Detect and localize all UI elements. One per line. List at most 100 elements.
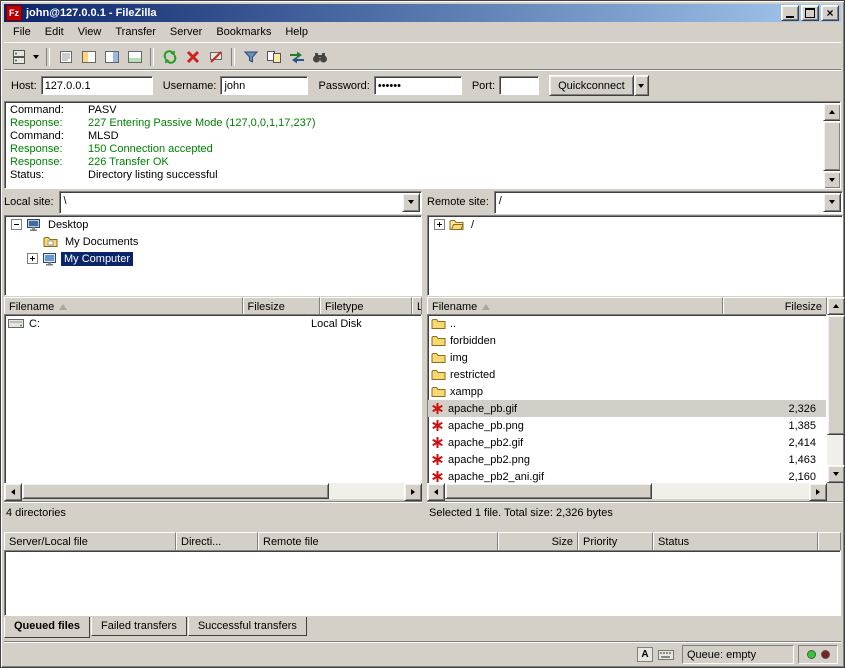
combo-dropdown-button[interactable] (823, 193, 841, 212)
cancel-button[interactable] (181, 46, 204, 68)
maximize-button[interactable] (801, 5, 819, 21)
toggle-transfer-queue-button[interactable] (123, 46, 146, 68)
scrollbar-track[interactable] (827, 435, 843, 465)
tab-successful-transfers[interactable]: Successful transfers (188, 617, 307, 636)
synchronized-browsing-button[interactable] (285, 46, 308, 68)
column-label: Filesize (248, 301, 285, 313)
close-button[interactable]: × (821, 5, 839, 21)
menu-server[interactable]: Server (163, 23, 209, 41)
minimize-button[interactable] (781, 5, 799, 21)
scrollbar-thumb[interactable] (22, 483, 329, 499)
toggle-local-tree-button[interactable] (77, 46, 100, 68)
find-files-button[interactable] (308, 46, 331, 68)
refresh-button[interactable] (158, 46, 181, 68)
chevron-down-icon (408, 200, 414, 204)
scroll-up-button[interactable] (823, 103, 841, 121)
menu-help[interactable]: Help (278, 23, 315, 41)
local-horizontal-scrollbar[interactable] (4, 483, 422, 499)
remote-site-combo[interactable]: / (494, 191, 843, 214)
remote-tree: / (427, 215, 843, 296)
remote-status-text: Selected 1 file. Total size: 2,326 bytes (427, 501, 843, 524)
activity-led-send-icon (821, 650, 830, 659)
scrollbar-thumb[interactable] (823, 121, 841, 171)
column-label: Priority (583, 536, 617, 548)
tree-item-my-documents[interactable]: My Documents (5, 233, 421, 250)
file-row[interactable]: img (428, 349, 826, 366)
file-row[interactable]: C: Local Disk (5, 315, 421, 332)
host-input[interactable] (41, 76, 153, 95)
log-line: Response:226 Transfer OK (7, 156, 820, 169)
file-row[interactable]: forbidden (428, 332, 826, 349)
folder-icon (431, 385, 446, 398)
column-header-remote-file[interactable]: Remote file (258, 532, 498, 551)
scroll-left-button[interactable] (427, 483, 445, 501)
expand-icon[interactable] (27, 253, 38, 264)
column-header-size[interactable]: Size (498, 532, 578, 551)
log-line: Status:Directory listing successful (7, 169, 820, 182)
binoculars-icon (312, 49, 328, 65)
scroll-right-button[interactable] (404, 483, 422, 501)
collapse-icon[interactable] (11, 219, 22, 230)
file-size: 1,463 (706, 454, 826, 466)
cancel-icon (185, 49, 201, 65)
column-header-status[interactable]: Status (653, 532, 818, 551)
scrollbar-track[interactable] (22, 483, 404, 499)
quickconnect-dropdown-button[interactable] (634, 75, 649, 96)
titlebar[interactable]: Fz john@127.0.0.1 - FileZilla × (4, 4, 841, 22)
file-name: apache_pb.gif (448, 403, 706, 415)
scroll-up-button[interactable] (827, 297, 845, 315)
remote-horizontal-scrollbar[interactable] (427, 483, 827, 499)
file-row[interactable]: .. (428, 315, 826, 332)
file-type: Local Disk (311, 318, 396, 330)
scrollbar-thumb[interactable] (827, 315, 845, 435)
quickconnect-button[interactable]: Quickconnect (549, 75, 634, 96)
scrollbar-thumb[interactable] (445, 483, 652, 499)
directory-comparison-button[interactable] (262, 46, 285, 68)
menu-transfer[interactable]: Transfer (108, 23, 163, 41)
refresh-icon (162, 49, 178, 65)
file-row[interactable]: xampp (428, 383, 826, 400)
log-scrollbar[interactable] (823, 103, 839, 187)
local-site-value: \ (64, 195, 67, 207)
column-header-server-local-file[interactable]: Server/Local file (4, 532, 176, 551)
disconnect-button[interactable] (204, 46, 227, 68)
menu-file[interactable]: File (6, 23, 38, 41)
local-site-combo[interactable]: \ (59, 191, 422, 214)
scroll-left-button[interactable] (4, 483, 22, 501)
toggle-message-log-button[interactable] (54, 46, 77, 68)
filter-button[interactable] (239, 46, 262, 68)
site-manager-dropdown-button[interactable] (30, 46, 42, 68)
username-input[interactable] (220, 76, 308, 95)
scroll-down-button[interactable] (823, 171, 841, 189)
scroll-right-button[interactable] (809, 483, 827, 501)
column-label: Status (658, 536, 689, 548)
my-computer-icon (42, 252, 57, 266)
menu-edit[interactable]: Edit (38, 23, 71, 41)
column-header-direction[interactable]: Directi... (176, 532, 258, 551)
site-manager-button[interactable] (7, 46, 30, 68)
local-file-list: C: Local Disk (4, 314, 422, 485)
port-input[interactable] (499, 76, 539, 95)
scrollbar-track[interactable] (445, 483, 809, 499)
file-row[interactable]: apache_pb2.png 1,463 (428, 451, 826, 468)
column-header-priority[interactable]: Priority (578, 532, 653, 551)
menu-bookmarks[interactable]: Bookmarks (209, 23, 278, 41)
file-row-selected[interactable]: apache_pb.gif 2,326 (428, 400, 826, 417)
file-row[interactable]: apache_pb2.gif 2,414 (428, 434, 826, 451)
scroll-down-button[interactable] (827, 465, 845, 483)
password-input[interactable] (374, 76, 462, 95)
combo-dropdown-button[interactable] (402, 193, 420, 212)
tree-item-my-computer[interactable]: My Computer (5, 250, 421, 267)
expand-icon[interactable] (434, 219, 445, 230)
file-row[interactable]: apache_pb.png 1,385 (428, 417, 826, 434)
tab-queued-files[interactable]: Queued files (4, 617, 90, 638)
menu-view[interactable]: View (71, 23, 109, 41)
tree-item-root[interactable]: / (428, 216, 842, 233)
tree-item-desktop[interactable]: Desktop (5, 216, 421, 233)
queue-tabs: Queued files Failed transfers Successful… (4, 617, 308, 638)
tab-failed-transfers[interactable]: Failed transfers (91, 617, 187, 636)
toggle-remote-tree-button[interactable] (100, 46, 123, 68)
remote-vertical-scrollbar[interactable] (827, 297, 843, 483)
queue-list[interactable] (4, 550, 841, 616)
file-row[interactable]: restricted (428, 366, 826, 383)
